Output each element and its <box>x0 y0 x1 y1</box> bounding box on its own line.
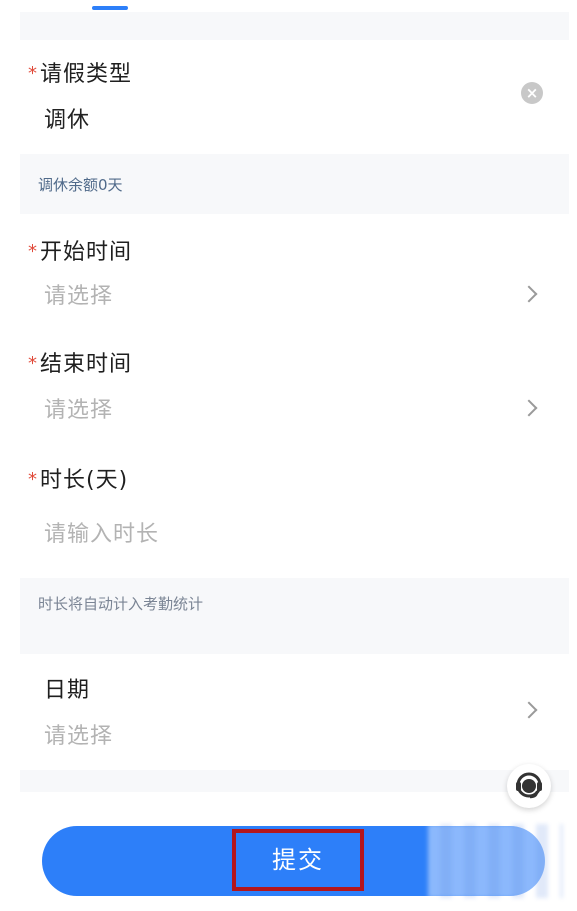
chevron-right-icon[interactable] <box>520 285 538 303</box>
required-mark: * <box>28 469 38 490</box>
blurred-region <box>428 824 563 898</box>
duration-hint: 时长将自动计入考勤统计 <box>38 595 204 613</box>
required-mark: * <box>28 63 38 84</box>
leave-type-value[interactable]: 调休 <box>44 102 90 134</box>
end-time-placeholder[interactable]: 请选择 <box>44 392 113 424</box>
end-time-label: *结束时间 <box>28 346 132 378</box>
bottom-divider <box>20 770 569 792</box>
end-time-field[interactable]: *结束时间 请选择 <box>20 326 569 442</box>
start-time-field[interactable]: *开始时间 请选择 <box>20 214 569 326</box>
duration-label-text: 时长(天) <box>40 468 129 493</box>
tab-indicator <box>92 6 128 10</box>
required-mark: * <box>28 353 38 374</box>
date-field[interactable]: 日期 请选择 <box>20 654 569 770</box>
balance-hint-band: 调休余额0天 <box>20 154 569 214</box>
date-label: 日期 <box>44 678 91 703</box>
duration-hint-band: 时长将自动计入考勤统计 <box>20 578 569 628</box>
duration-input[interactable]: 请输入时长 <box>44 516 159 548</box>
submit-highlight-box: 提交 <box>232 829 364 891</box>
submit-label: 提交 <box>272 846 324 874</box>
start-time-placeholder[interactable]: 请选择 <box>44 278 113 310</box>
chevron-right-icon[interactable] <box>520 399 538 417</box>
customer-service-icon[interactable] <box>507 764 551 808</box>
duration-field[interactable]: *时长(天) 请输入时长 <box>20 442 569 578</box>
balance-hint: 调休余额0天 <box>38 176 123 194</box>
duration-label: *时长(天) <box>28 462 128 494</box>
leave-type-label-text: 请假类型 <box>40 62 133 87</box>
start-time-label: *开始时间 <box>28 234 132 266</box>
required-mark: * <box>28 241 38 262</box>
end-time-label-text: 结束时间 <box>40 352 133 377</box>
leave-type-field[interactable]: *请假类型 调休 × <box>20 44 569 154</box>
clear-icon[interactable]: × <box>521 82 543 104</box>
start-time-label-text: 开始时间 <box>40 240 133 265</box>
top-divider <box>20 12 569 40</box>
date-placeholder[interactable]: 请选择 <box>44 718 113 750</box>
leave-type-label: *请假类型 <box>28 56 132 88</box>
chevron-right-icon[interactable] <box>520 701 538 719</box>
section-divider <box>20 628 569 654</box>
